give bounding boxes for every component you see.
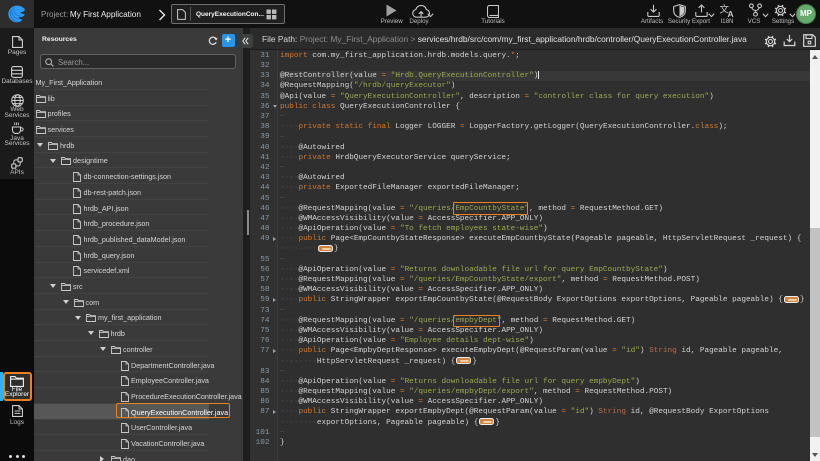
svg-text:A: A [728, 9, 734, 17]
